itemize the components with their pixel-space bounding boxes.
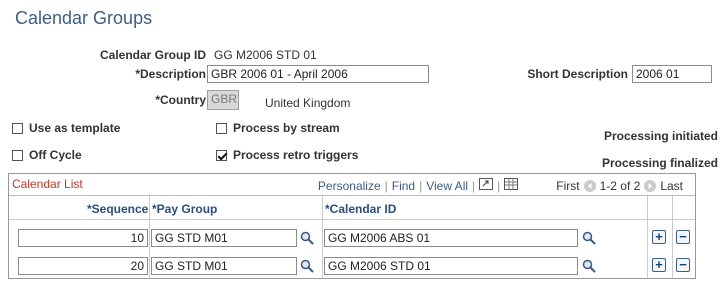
description-label: *Description: [135, 67, 206, 81]
short-description-label: Short Description: [527, 67, 628, 81]
calendar-id-column-header[interactable]: *Calendar ID: [325, 202, 396, 216]
pay-group-column-header[interactable]: *Pay Group: [152, 202, 217, 216]
process-retro-triggers-label: Process retro triggers: [233, 148, 359, 162]
table-row: 10 GG STD M01 GG M2006 ABS 01 + −: [9, 224, 695, 252]
calendar-id-field[interactable]: GG M2006 STD 01: [324, 257, 578, 275]
calendar-list-grid: Calendar List Personalize | Find | View …: [8, 173, 696, 279]
checkbox-box[interactable]: [12, 149, 23, 161]
country-name: United Kingdom: [265, 96, 351, 110]
divider: |: [472, 178, 476, 193]
sequence-field[interactable]: 20: [18, 257, 148, 275]
magnifier-icon[interactable]: [300, 231, 314, 245]
short-description-field[interactable]: 2006 01: [632, 65, 712, 83]
use-as-template-label: Use as template: [29, 121, 121, 135]
magnifier-icon[interactable]: [582, 259, 596, 273]
grid-header: Calendar List Personalize | Find | View …: [9, 174, 695, 196]
add-row-button[interactable]: +: [652, 230, 666, 244]
next-arrow-icon[interactable]: [644, 179, 657, 192]
find-link[interactable]: Find: [392, 179, 415, 193]
country-field: GBR: [207, 90, 239, 110]
checkbox-box[interactable]: [216, 149, 227, 161]
checkbox-box[interactable]: [216, 122, 227, 134]
table-row: 20 GG STD M01 GG M2006 STD 01 + −: [9, 252, 695, 280]
use-as-template-checkbox[interactable]: Use as template: [12, 121, 120, 135]
sequence-column-header[interactable]: *Sequence: [87, 202, 148, 216]
divider: |: [497, 178, 501, 193]
last-label: Last: [660, 178, 683, 193]
column-header-row: *Sequence *Pay Group *Calendar ID: [9, 196, 695, 220]
divider: |: [419, 178, 423, 193]
download-grid-icon[interactable]: [504, 178, 519, 193]
processing-finalized-label: Processing finalized: [601, 156, 718, 170]
page-range: 1-2 of 2: [599, 178, 641, 193]
checkbox-box[interactable]: [12, 122, 23, 134]
divider: |: [384, 178, 388, 193]
first-label: First: [556, 178, 580, 193]
country-label: *Country: [155, 93, 206, 107]
pay-group-field[interactable]: GG STD M01: [151, 257, 297, 275]
calendar-group-id-value: GG M2006 STD 01: [214, 48, 317, 62]
process-retro-triggers-checkbox[interactable]: Process retro triggers: [216, 148, 358, 162]
sequence-field[interactable]: 10: [18, 229, 148, 247]
page-title: Calendar Groups: [15, 8, 153, 28]
processing-initiated-label: Processing initiated: [603, 129, 718, 143]
delete-row-button[interactable]: −: [676, 258, 690, 272]
description-field[interactable]: GBR 2006 01 - April 2006: [207, 65, 429, 83]
calendar-group-id-label: Calendar Group ID: [99, 48, 206, 62]
prev-arrow-icon[interactable]: [583, 179, 596, 192]
personalize-link[interactable]: Personalize: [318, 179, 381, 193]
calendar-id-field[interactable]: GG M2006 ABS 01: [324, 229, 578, 247]
grid-navigation: Personalize | Find | View All | | First …: [318, 178, 683, 193]
magnifier-icon[interactable]: [300, 259, 314, 273]
calendar-list-title: Calendar List: [12, 177, 83, 191]
off-cycle-label: Off Cycle: [29, 148, 82, 162]
pay-group-field[interactable]: GG STD M01: [151, 229, 297, 247]
process-by-stream-label: Process by stream: [233, 121, 340, 135]
view-all-link[interactable]: View All: [426, 179, 468, 193]
add-row-button[interactable]: +: [652, 258, 666, 272]
process-by-stream-checkbox[interactable]: Process by stream: [216, 121, 340, 135]
magnifier-icon[interactable]: [582, 231, 596, 245]
grid-zoom-icon[interactable]: [479, 178, 494, 193]
off-cycle-checkbox[interactable]: Off Cycle: [12, 148, 82, 162]
delete-row-button[interactable]: −: [676, 230, 690, 244]
